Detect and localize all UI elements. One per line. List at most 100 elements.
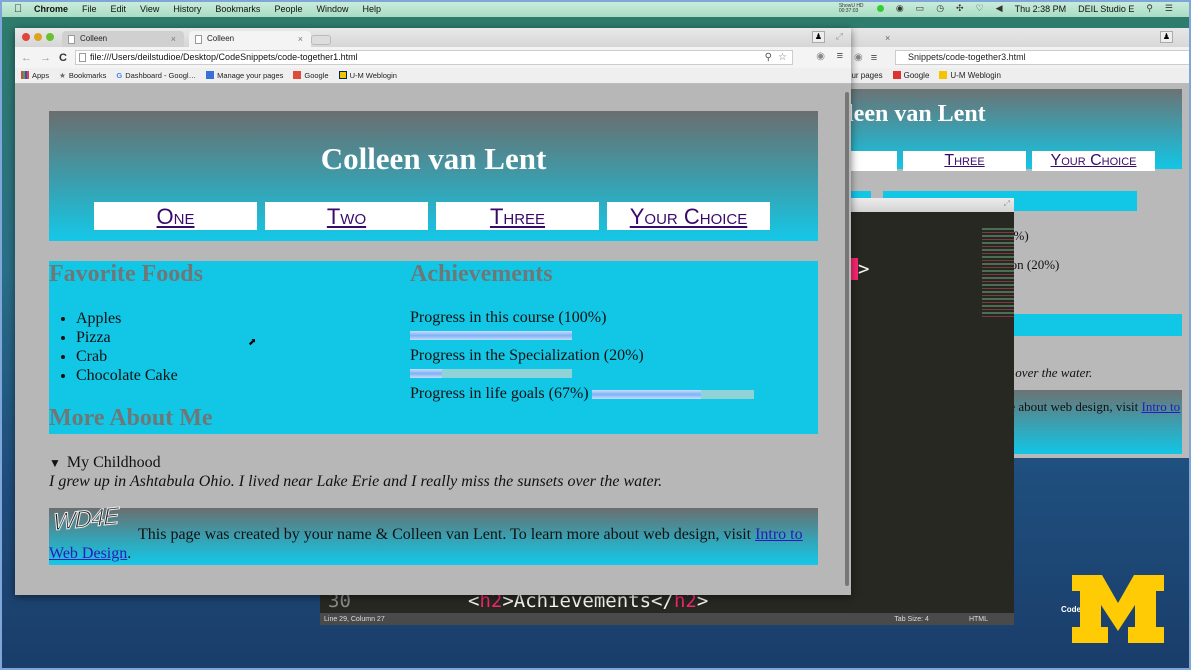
google-plus-icon <box>293 71 302 79</box>
back-bookmark[interactable]: our pages <box>847 71 883 80</box>
back-nav-three[interactable]: Three <box>903 151 1026 171</box>
tab-colleen-2[interactable]: Colleen × <box>189 31 311 47</box>
back-address-bar[interactable]: Snippets/code-together3.html <box>895 50 1191 65</box>
mouse-cursor-icon: ⬈ <box>248 337 257 348</box>
extension-icon[interactable]: ◉ <box>816 51 825 62</box>
spotlight-search-icon[interactable]: ⚲ <box>1146 3 1153 14</box>
menu-people[interactable]: People <box>274 4 302 14</box>
umich-icon <box>338 71 347 79</box>
progress-label: Progress in life goals (67%) <box>410 385 589 402</box>
back-menu-icon[interactable]: ≡ <box>871 52 877 64</box>
recording-indicator[interactable]: ShowU HD 00:37:03 <box>839 3 865 14</box>
tab-colleen-1[interactable]: Colleen × <box>62 31 184 47</box>
bookmark-um-weblogin[interactable]: U-M Weblogin <box>338 71 397 80</box>
progress-fill <box>592 390 701 399</box>
umich-block-m-logo <box>1072 575 1164 643</box>
bookmark-apps[interactable]: Apps <box>21 71 49 80</box>
back-nav-your-choice[interactable]: Your Choice <box>1032 151 1155 171</box>
menu-window[interactable]: Window <box>316 4 348 14</box>
airplay-icon[interactable]: ▭ <box>916 3 925 14</box>
bookmark-google[interactable]: Google <box>293 71 329 80</box>
progress-bar-course <box>410 331 572 340</box>
menu-file[interactable]: File <box>82 4 97 14</box>
back-childhood-text: s over the water. <box>1007 365 1093 380</box>
new-tab-button[interactable] <box>311 35 331 45</box>
back-tabbar: × ♟ <box>835 28 1191 47</box>
apps-grid-icon <box>21 71 29 79</box>
vertical-scrollbar[interactable] <box>845 92 849 586</box>
notification-center-icon[interactable]: ☰ <box>1165 3 1173 14</box>
progress-fill <box>410 331 572 340</box>
tab-size[interactable]: Tab Size: 4 <box>894 616 929 623</box>
nav-your-choice[interactable]: Your Choice <box>607 202 770 230</box>
nav-three[interactable]: Three <box>436 202 599 230</box>
back-bookmark[interactable]: Google <box>892 71 929 80</box>
editor-status-bar: Line 29, Column 27 Tab Size: 4 HTML <box>320 613 1014 625</box>
achievements-heading: Achievements <box>410 261 553 287</box>
editor-fullscreen-icon[interactable]: ⤢ <box>1004 199 1010 209</box>
back-bookmark[interactable]: U-M Weblogin <box>939 71 1001 80</box>
close-window-button[interactable] <box>22 33 30 41</box>
menu-bookmarks[interactable]: Bookmarks <box>215 4 260 14</box>
menu-help[interactable]: Help <box>362 4 381 14</box>
wifi-icon[interactable]: ♡ <box>976 3 984 14</box>
bluetooth-icon[interactable]: ✣ <box>956 3 964 14</box>
menu-history[interactable]: History <box>173 4 201 14</box>
nav-one[interactable]: One <box>94 202 257 230</box>
syntax-mode[interactable]: HTML <box>969 616 988 623</box>
childhood-details[interactable]: ▼ My Childhood I grew up in Ashtabula Oh… <box>49 454 662 491</box>
browser-window[interactable]: Colleen × Colleen × ♟ ⤢ ← → C file:///Us… <box>15 28 851 595</box>
bookmarks-bar: Apps ★ Bookmarks G Dashboard - Googl… Mana… <box>15 68 851 84</box>
chrome-menu-icon[interactable]: ≡ <box>837 50 843 62</box>
progress-bar-specialization <box>410 369 572 378</box>
bookmark-dashboard[interactable]: G Dashboard - Googl… <box>116 71 196 80</box>
back-footer-text: re about web design, visit Intro to <box>1005 399 1181 414</box>
tab-close-icon[interactable]: × <box>171 31 176 47</box>
back-ext-icon[interactable]: ◉ <box>854 52 863 63</box>
back-button[interactable]: ← <box>21 52 32 64</box>
back-bookmarks-bar: our pages Google U-M Weblogin <box>835 68 1191 84</box>
favorite-foods-heading: Favorite Foods <box>49 261 203 287</box>
progress-label: Progress in the Specialization (20%) <box>410 347 644 364</box>
details-summary[interactable]: ▼ My Childhood <box>49 454 662 472</box>
fullscreen-icon[interactable]: ⤢ <box>836 31 843 42</box>
toolbar: ← → C file:///Users/deilstudioe/Desktop/… <box>15 47 851 68</box>
footer-text: This page was created by your name & Col… <box>49 526 803 562</box>
page-icon <box>206 71 215 79</box>
disclosure-triangle-icon[interactable]: ▼ <box>49 456 61 471</box>
zoom-window-button[interactable] <box>46 33 54 41</box>
menu-view[interactable]: View <box>140 4 159 14</box>
back-profile-icon[interactable]: ♟ <box>1160 31 1173 43</box>
record-status-icon[interactable] <box>876 5 884 12</box>
forward-button[interactable]: → <box>40 52 51 64</box>
evernote-icon[interactable]: ◉ <box>896 3 904 14</box>
address-bar[interactable]: file:///Users/deilstudioe/Desktop/CodeSn… <box>75 50 793 65</box>
back-footer-link[interactable]: Intro to <box>1141 399 1180 414</box>
menu-edit[interactable]: Edit <box>111 4 127 14</box>
page-icon <box>79 53 86 62</box>
page-footer: WD4E This page was created by your name … <box>49 502 818 565</box>
back-url-row: Snippets/code-together3.html ☆ ◉ ≡ <box>835 47 1191 68</box>
back-tab-close-icon[interactable]: × <box>885 33 890 43</box>
nav-two[interactable]: Two <box>265 202 428 230</box>
google-plus-icon <box>892 71 901 79</box>
page-viewport[interactable]: Colleen van Lent One Two Three Your Choi… <box>15 84 851 595</box>
tab-close-icon[interactable]: × <box>298 31 303 47</box>
menubar-status-area: ShowU HD 00:37:03 ◉ ▭ ◷ ✣ ♡ ◀ Thu 2:38 P… <box>839 3 1191 14</box>
editor-minimap[interactable] <box>982 228 1014 318</box>
profile-icon[interactable]: ♟ <box>812 31 825 43</box>
zoom-magnifier-icon[interactable]: ⚲ <box>765 51 772 64</box>
reload-button[interactable]: C <box>59 52 67 64</box>
time-machine-icon[interactable]: ◷ <box>936 3 944 14</box>
url-text: file:///Users/deilstudioe/Desktop/CodeSn… <box>90 52 358 62</box>
user-name[interactable]: DEIL Studio E <box>1078 4 1134 14</box>
bookmark-manage-pages[interactable]: Manage your pages <box>206 71 283 80</box>
apple-icon[interactable]:  <box>14 3 24 14</box>
volume-icon[interactable]: ◀ <box>996 3 1003 14</box>
menu-app-chrome[interactable]: Chrome <box>34 4 68 14</box>
bookmark-bookmarks[interactable]: ★ Bookmarks <box>59 71 106 80</box>
mac-menubar:  Chrome File Edit View History Bookmark… <box>0 0 1191 17</box>
minimize-window-button[interactable] <box>34 33 42 41</box>
clock[interactable]: Thu 2:38 PM <box>1015 4 1067 14</box>
bookmark-star-icon[interactable]: ☆ <box>778 51 787 64</box>
